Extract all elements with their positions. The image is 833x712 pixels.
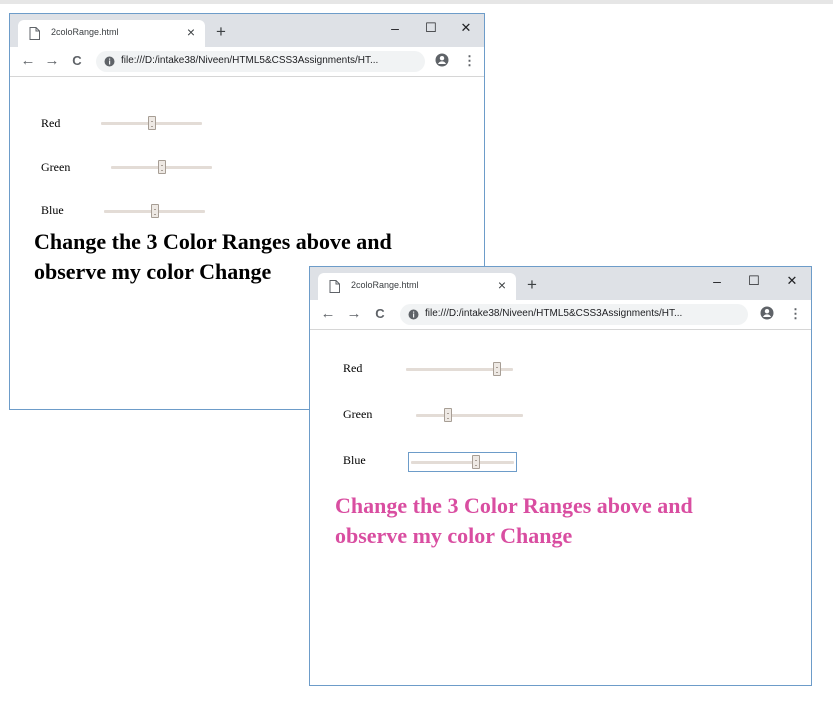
- close-window-button[interactable]: ✕: [777, 271, 807, 291]
- info-icon: [104, 56, 115, 67]
- forward-button[interactable]: →: [42, 51, 62, 71]
- tab-title: 2coloRange.html: [351, 280, 419, 290]
- green-label: Green: [41, 160, 71, 174]
- slider-thumb[interactable]: [150, 204, 159, 218]
- blue-slider[interactable]: [104, 204, 205, 218]
- slider-thumb[interactable]: [444, 408, 453, 422]
- page-top-edge: [0, 0, 833, 4]
- tab-2colorange[interactable]: 2coloRange.html ×: [318, 273, 516, 300]
- new-tab-button[interactable]: +: [213, 22, 229, 42]
- slider-thumb[interactable]: [471, 455, 480, 469]
- minimize-button[interactable]: –: [702, 271, 732, 291]
- slider-track: [416, 414, 523, 417]
- close-window-button[interactable]: ✕: [451, 18, 481, 38]
- green-label: Green: [343, 407, 373, 421]
- slider-thumb[interactable]: [147, 116, 156, 130]
- browser-toolbar: ← → C file:///D:/intake38/Niveen/HTML5&C…: [310, 300, 811, 330]
- slider-track: [411, 461, 514, 464]
- blue-slider[interactable]: [408, 452, 517, 472]
- blue-label: Blue: [343, 453, 366, 467]
- heading-line-1: Change the 3 Color Ranges above and: [34, 229, 392, 254]
- maximize-button[interactable]: ☐: [416, 18, 446, 38]
- account-icon[interactable]: [435, 53, 449, 67]
- page-content: Red Green Blue Change the 3 Color Ranges…: [310, 330, 811, 685]
- tab-title: 2coloRange.html: [51, 27, 119, 37]
- red-slider[interactable]: [101, 116, 202, 130]
- heading-line-2: observe my color Change: [335, 523, 573, 548]
- back-button[interactable]: ←: [318, 304, 338, 324]
- red-slider[interactable]: [406, 362, 513, 376]
- back-button[interactable]: ←: [18, 51, 38, 71]
- new-tab-button[interactable]: +: [524, 275, 540, 295]
- tab-close-icon[interactable]: ×: [495, 277, 509, 294]
- address-bar[interactable]: file:///D:/intake38/Niveen/HTML5&CSS3Ass…: [400, 304, 748, 325]
- page-icon: [29, 27, 40, 40]
- minimize-button[interactable]: –: [380, 18, 410, 38]
- address-bar[interactable]: file:///D:/intake38/Niveen/HTML5&CSS3Ass…: [96, 51, 425, 72]
- green-slider[interactable]: [416, 408, 523, 422]
- tab-strip: 2coloRange.html × + – ☐ ✕: [310, 267, 811, 300]
- blue-label: Blue: [41, 203, 64, 217]
- red-label: Red: [41, 116, 61, 130]
- instruction-heading: Change the 3 Color Ranges above and obse…: [335, 491, 805, 551]
- tab-2colorange[interactable]: 2coloRange.html ×: [18, 20, 205, 47]
- tab-strip: 2coloRange.html × + – ☐ ✕: [10, 14, 484, 47]
- green-slider[interactable]: [111, 160, 212, 174]
- maximize-button[interactable]: ☐: [739, 271, 769, 291]
- info-icon: [408, 309, 419, 320]
- reload-button[interactable]: C: [370, 304, 390, 324]
- browser-window-2: 2coloRange.html × + – ☐ ✕ ← → C file:///…: [309, 266, 812, 686]
- account-icon[interactable]: [760, 306, 774, 320]
- url-text: file:///D:/intake38/Niveen/HTML5&CSS3Ass…: [425, 308, 683, 319]
- url-text: file:///D:/intake38/Niveen/HTML5&CSS3Ass…: [121, 55, 379, 66]
- slider-thumb[interactable]: [157, 160, 166, 174]
- heading-line-1: Change the 3 Color Ranges above and: [335, 493, 693, 518]
- forward-button[interactable]: →: [344, 304, 364, 324]
- reload-button[interactable]: C: [67, 51, 87, 71]
- red-label: Red: [343, 361, 363, 375]
- browser-toolbar: ← → C file:///D:/intake38/Niveen/HTML5&C…: [10, 47, 484, 77]
- menu-icon[interactable]: ⋮: [789, 306, 802, 322]
- menu-icon[interactable]: ⋮: [463, 53, 476, 69]
- page-icon: [329, 280, 340, 293]
- slider-thumb[interactable]: [492, 362, 501, 376]
- tab-close-icon[interactable]: ×: [184, 24, 198, 41]
